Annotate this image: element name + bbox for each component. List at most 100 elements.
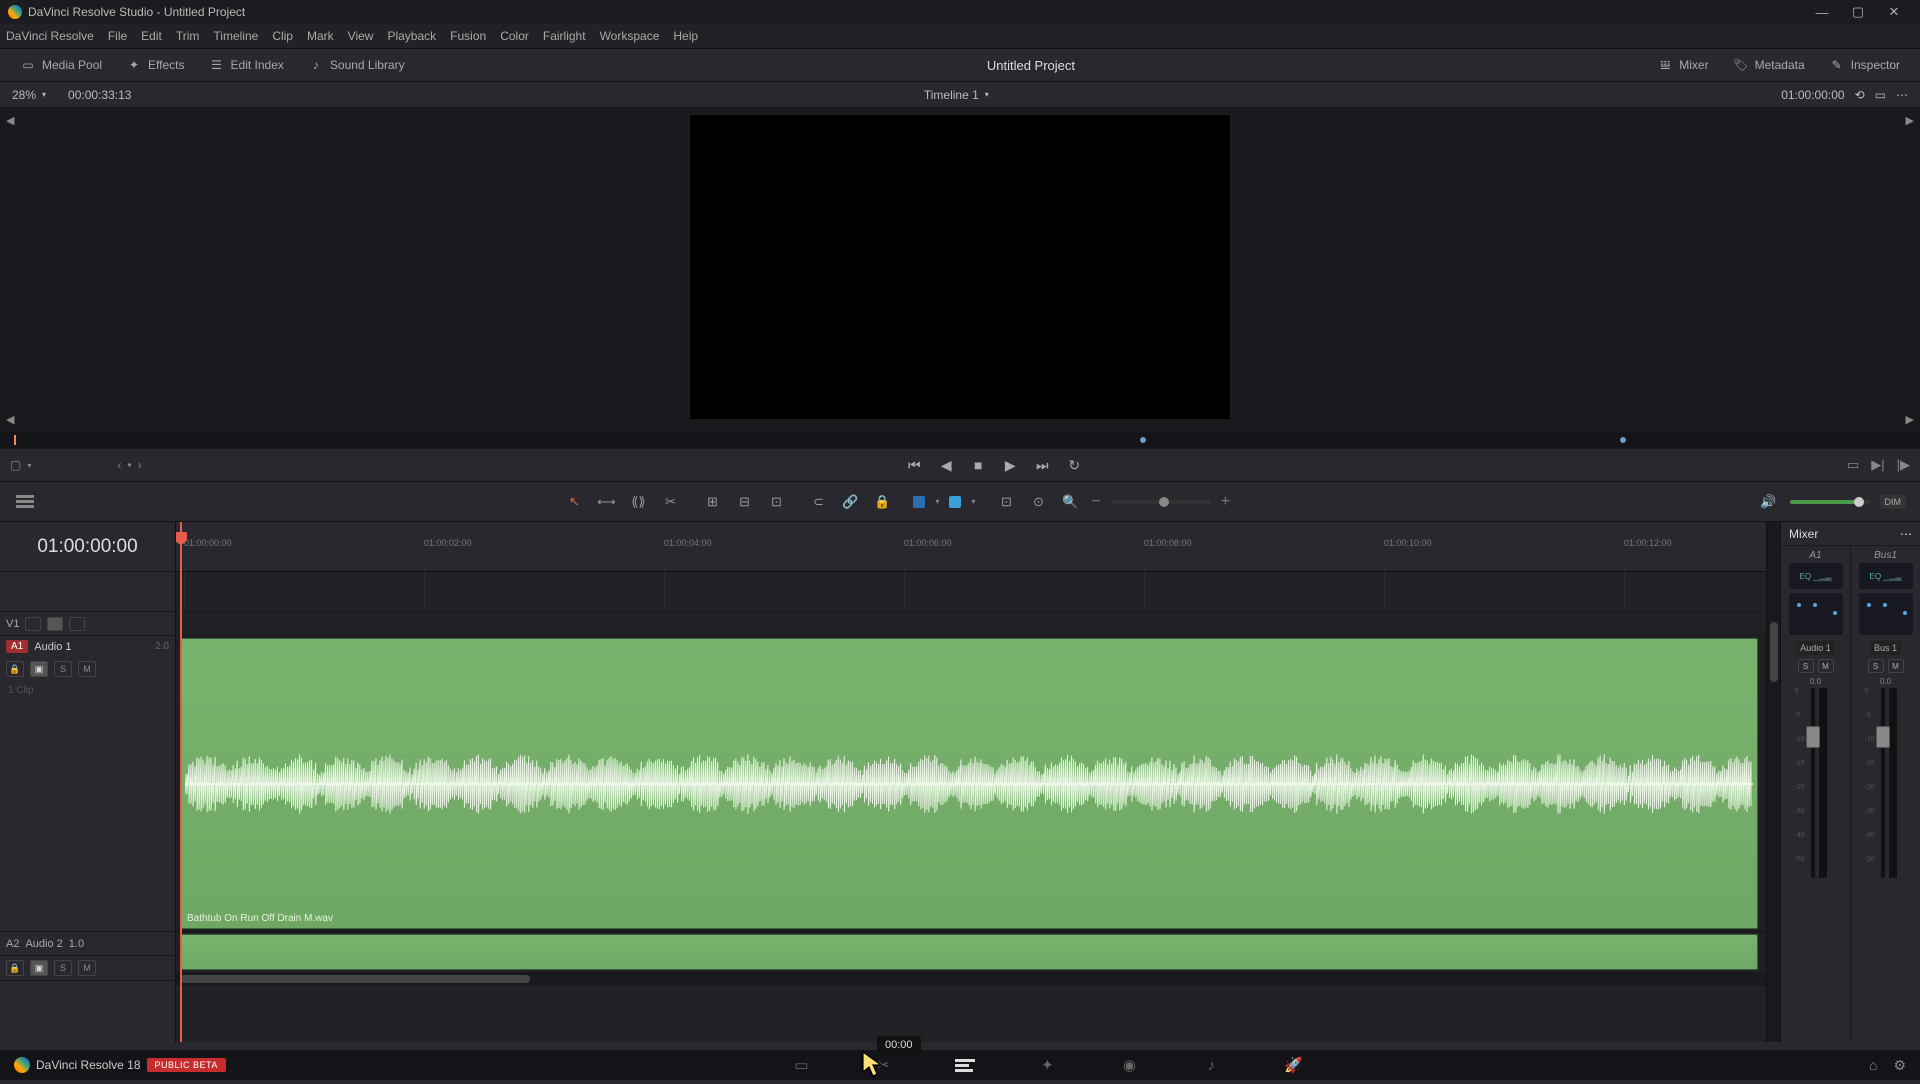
panel-edit-index[interactable]: ☰Edit Index <box>199 54 294 76</box>
menu-view[interactable]: View <box>348 29 374 43</box>
v1-visible-icon[interactable] <box>69 617 85 631</box>
a1-track-name[interactable]: Audio 1 <box>34 641 71 653</box>
bypass-icon[interactable]: ⟲ <box>1855 88 1865 102</box>
mute-button[interactable]: M <box>1888 659 1904 673</box>
in-point-marker[interactable] <box>1140 437 1146 443</box>
audio-track-a1[interactable]: Bathtub On Run Off Drain M.wav <box>176 636 1766 932</box>
video-track-v1[interactable] <box>176 612 1766 636</box>
panel-effects[interactable]: ✦Effects <box>116 54 194 76</box>
mini-playhead[interactable] <box>14 435 16 445</box>
last-clip-icon[interactable]: |▶ <box>1897 457 1910 473</box>
v1-lock-icon[interactable] <box>25 617 41 631</box>
panel-inspector[interactable]: ✎Inspector <box>1819 54 1910 76</box>
pan-control[interactable] <box>1789 593 1843 635</box>
menu-playback[interactable]: Playback <box>387 29 436 43</box>
eq-button[interactable]: EQ ▁▂▃ <box>1859 563 1913 589</box>
eq-button[interactable]: EQ ▁▂▃ <box>1789 563 1843 589</box>
dynamic-trim-icon[interactable]: ⟪⟫ <box>627 491 649 513</box>
maximize-button[interactable]: ▢ <box>1840 0 1876 24</box>
color-page-icon[interactable]: ◉ <box>1116 1055 1142 1075</box>
stop-button[interactable]: ■ <box>969 457 987 474</box>
panel-metadata[interactable]: 🏷Metadata <box>1723 54 1815 76</box>
vertical-scrollbar[interactable] <box>1766 522 1780 1042</box>
a2-track-name[interactable]: Audio 2 <box>25 938 62 950</box>
viewer-nav-right-icon[interactable]: ▶ <box>1906 413 1914 426</box>
fairlight-page-icon[interactable]: ♪ <box>1198 1055 1224 1075</box>
go-first-button[interactable]: ⏮ <box>905 457 923 474</box>
match-frame-right-icon[interactable]: ▶ <box>1906 114 1914 127</box>
a1-destination-tag[interactable]: A1 <box>6 640 28 653</box>
record-timecode[interactable]: 01:00:00:00 <box>1781 88 1844 102</box>
volume-slider[interactable] <box>1790 500 1870 504</box>
timeline-name[interactable]: Timeline 1 <box>924 88 979 102</box>
menu-fusion[interactable]: Fusion <box>450 29 486 43</box>
menu-file[interactable]: File <box>108 29 127 43</box>
mixer-channel-a1[interactable]: A1EQ ▁▂▃Audio 1SM0.00-5-10-15-20-30-40-5… <box>1781 546 1851 1042</box>
chevron-down-icon[interactable]: ▾ <box>42 90 46 99</box>
v1-auto-select-icon[interactable] <box>47 617 63 631</box>
menu-workspace[interactable]: Workspace <box>600 29 660 43</box>
channel-name[interactable]: Bus 1 <box>1870 641 1901 655</box>
audio-clip-a1[interactable]: Bathtub On Run Off Drain M.wav <box>180 638 1758 929</box>
a1-solo-button[interactable]: S <box>54 661 72 677</box>
horizontal-scrollbar[interactable] <box>176 972 1766 986</box>
menu-fairlight[interactable]: Fairlight <box>543 29 586 43</box>
pan-control[interactable] <box>1859 593 1913 635</box>
dual-viewer-icon[interactable]: ▭ <box>1875 88 1886 102</box>
a1-lock-icon[interactable]: 🔒 <box>6 661 24 677</box>
take-selector-icon[interactable]: ▭ <box>1847 457 1859 473</box>
edit-page-icon[interactable] <box>952 1055 978 1075</box>
panel-media-pool[interactable]: ▭Media Pool <box>10 54 112 76</box>
close-button[interactable]: ✕ <box>1876 0 1912 24</box>
flag-dropdown-icon[interactable]: ▾ <box>935 497 939 506</box>
full-extent-zoom-icon[interactable]: ⊡ <box>995 491 1017 513</box>
mixer-channel-bus1[interactable]: Bus1EQ ▁▂▃Bus 1SM0.00-5-10-15-20-30-40-5… <box>1851 546 1920 1042</box>
viewer-canvas[interactable] <box>690 115 1230 419</box>
selection-tool-icon[interactable]: ↖ <box>563 491 585 513</box>
menu-davinci-resolve[interactable]: DaVinci Resolve <box>6 29 94 43</box>
media-page-icon[interactable]: ▭ <box>788 1055 814 1075</box>
play-button[interactable]: ▶ <box>1001 457 1019 474</box>
a2-auto-select-icon[interactable]: ▣ <box>30 960 48 976</box>
menu-color[interactable]: Color <box>500 29 529 43</box>
fader[interactable]: 0-5-10-15-20-30-40-50 <box>1865 688 1907 878</box>
timeline-dropdown-icon[interactable]: ▾ <box>985 90 989 99</box>
deliver-page-icon[interactable]: 🚀 <box>1280 1055 1306 1075</box>
chevron-down-icon[interactable]: ▾ <box>27 461 31 470</box>
solo-button[interactable]: S <box>1868 659 1884 673</box>
overwrite-clip-icon[interactable]: ⊟ <box>733 491 755 513</box>
out-point-marker[interactable] <box>1620 437 1626 443</box>
menu-mark[interactable]: Mark <box>307 29 334 43</box>
channel-name[interactable]: Audio 1 <box>1796 641 1835 655</box>
viewer-zoom[interactable]: 28% <box>12 88 36 102</box>
replace-clip-icon[interactable]: ⊡ <box>765 491 787 513</box>
detail-zoom-icon[interactable]: ⊙ <box>1027 491 1049 513</box>
monitor-volume-icon[interactable]: 🔊 <box>1758 491 1780 513</box>
panel-mixer[interactable]: 𝍎Mixer <box>1647 54 1718 76</box>
mute-button[interactable]: M <box>1818 659 1834 673</box>
viewer-nav-left-icon[interactable]: ◀ <box>6 413 14 426</box>
panel-sound-library[interactable]: ♪Sound Library <box>298 54 415 76</box>
timeline-timecode[interactable]: 01:00:00:00 <box>0 522 175 572</box>
a2-track-tag[interactable]: A2 <box>6 938 19 950</box>
step-back-button[interactable]: ◀ <box>937 457 955 474</box>
marker-dropdown-icon[interactable]: ▾ <box>971 497 975 506</box>
transform-overlay-icon[interactable]: ▢ <box>10 458 21 472</box>
fader[interactable]: 0-5-10-15-20-30-40-50 <box>1795 688 1837 878</box>
insert-clip-icon[interactable]: ⊞ <box>701 491 723 513</box>
minimize-button[interactable]: — <box>1804 0 1840 24</box>
zoom-slider[interactable] <box>1111 500 1211 504</box>
match-frame-left-icon[interactable]: ◀ <box>6 114 14 127</box>
timeline-view-options-icon[interactable] <box>14 491 36 513</box>
custom-zoom-icon[interactable]: 🔍 <box>1059 491 1081 513</box>
menu-trim[interactable]: Trim <box>176 29 200 43</box>
marker-button[interactable] <box>949 496 961 508</box>
playhead[interactable] <box>180 522 182 1042</box>
project-settings-button[interactable]: ⚙ <box>1893 1057 1906 1074</box>
v1-track-label[interactable]: V1 <box>6 618 19 630</box>
fusion-page-icon[interactable]: ✦ <box>1034 1055 1060 1075</box>
next-clip-icon[interactable]: ▶| <box>1871 457 1884 473</box>
snapping-icon[interactable]: ⊂ <box>807 491 829 513</box>
blade-tool-icon[interactable]: ✂ <box>659 491 681 513</box>
menu-help[interactable]: Help <box>673 29 698 43</box>
